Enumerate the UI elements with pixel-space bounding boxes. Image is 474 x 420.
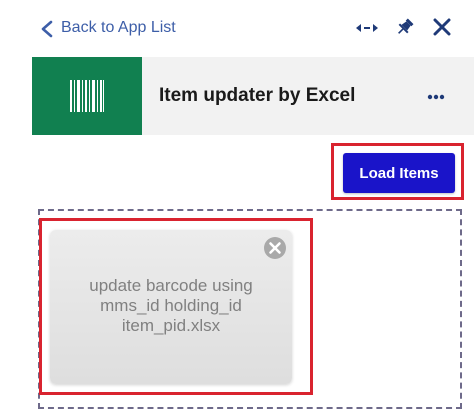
file-name-line: update barcode using	[89, 276, 253, 295]
app-title: Item updater by Excel	[159, 85, 356, 106]
more-horizontal-icon[interactable]	[427, 94, 445, 100]
file-name-line: mms_id holding_id	[100, 296, 242, 315]
pin-icon[interactable]	[396, 17, 414, 37]
close-icon[interactable]	[433, 18, 451, 36]
resize-arrows-icon[interactable]	[356, 22, 378, 34]
app-logo	[32, 57, 142, 135]
back-to-app-list-link[interactable]: Back to App List	[61, 17, 176, 39]
app-header: Item updater by Excel	[32, 57, 474, 135]
barcode-icon	[70, 80, 104, 112]
chevron-left-icon[interactable]	[40, 20, 54, 38]
file-name: update barcode using mms_id holding_id i…	[60, 276, 282, 336]
remove-circle-icon[interactable]	[263, 236, 287, 260]
file-name-line: item_pid.xlsx	[121, 316, 221, 335]
load-items-button[interactable]: Load Items	[343, 153, 455, 193]
top-bar: Back to App List	[0, 0, 474, 56]
